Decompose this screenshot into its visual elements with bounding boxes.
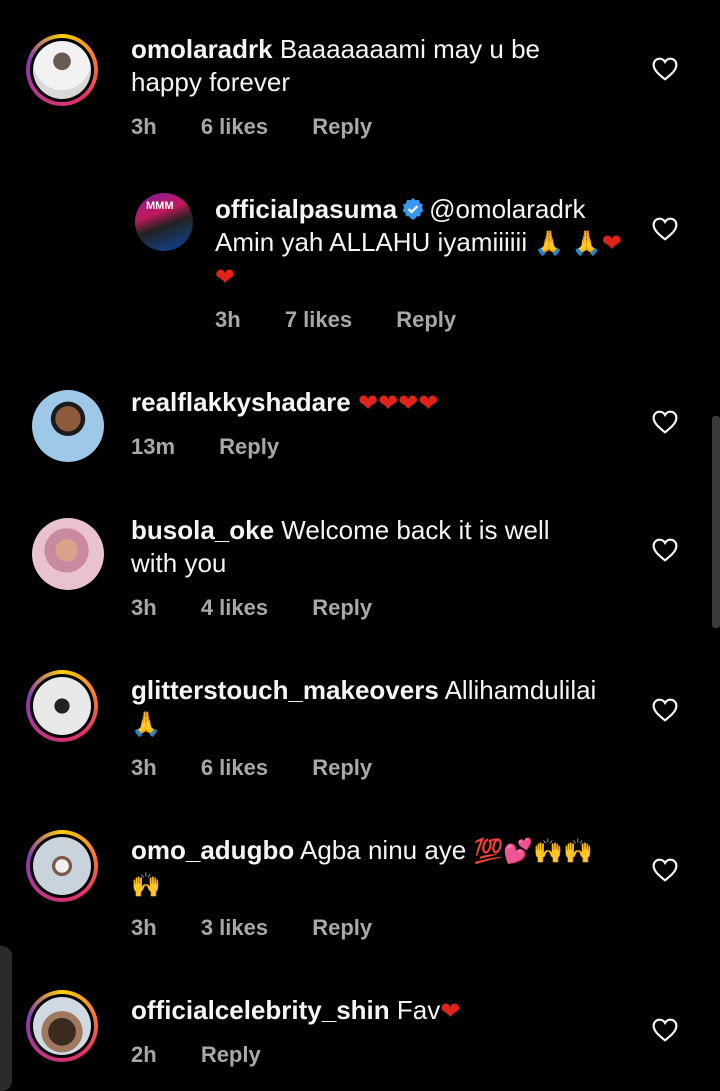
comment-emojis: 🙏: [131, 710, 161, 738]
avatar[interactable]: [26, 670, 98, 742]
comment-body: Fav: [396, 995, 441, 1025]
reply-button[interactable]: Reply: [396, 307, 456, 332]
heart-icon[interactable]: [652, 698, 678, 722]
avatar[interactable]: [32, 518, 104, 590]
heart-icon[interactable]: [652, 57, 678, 81]
comment-text: busola_oke Welcome back it is well with …: [131, 514, 601, 580]
comment-username[interactable]: officialpasuma: [215, 194, 397, 224]
comment-time: 2h: [131, 1042, 157, 1067]
comment-username[interactable]: omolaradrk: [131, 34, 273, 64]
avatar[interactable]: [26, 990, 98, 1062]
avatar[interactable]: MMM: [135, 193, 193, 251]
verified-badge-icon: [402, 198, 424, 220]
comment-meta: 3h 6 likes Reply: [131, 114, 410, 140]
comment-meta: 3h 3 likes Reply: [131, 915, 410, 941]
comment-meta: 2h Reply: [131, 1042, 299, 1068]
avatar-label: MMM: [146, 200, 174, 212]
comment-meta: 3h 4 likes Reply: [131, 595, 410, 621]
comment-text: glitterstouch_makeovers Allihamdulilai 🙏: [131, 674, 601, 741]
heart-icon[interactable]: [652, 858, 678, 882]
reply-button[interactable]: Reply: [312, 595, 372, 620]
heart-icon[interactable]: [652, 217, 678, 241]
comment-time: 3h: [131, 114, 157, 139]
heart-icon[interactable]: [652, 538, 678, 562]
avatar[interactable]: [26, 830, 98, 902]
comment-emojis: ❤: [440, 997, 461, 1025]
comment-body: Amin yah ALLAHU iyamiiiiii: [215, 227, 528, 257]
comment-time: 3h: [131, 915, 157, 940]
comment-meta: 3h 7 likes Reply: [215, 307, 494, 333]
comment-meta: 3h 6 likes Reply: [131, 755, 410, 781]
comment-username[interactable]: realflakkyshadare: [131, 387, 351, 417]
heart-icon[interactable]: [652, 1018, 678, 1042]
comment-time: 3h: [215, 307, 241, 332]
reply-button[interactable]: Reply: [201, 1042, 261, 1067]
comment-likes[interactable]: 6 likes: [201, 755, 268, 780]
heart-icon[interactable]: [652, 410, 678, 434]
edge-panel-handle[interactable]: [0, 946, 12, 1091]
comment-username[interactable]: busola_oke: [131, 515, 274, 545]
comment-likes[interactable]: 6 likes: [201, 114, 268, 139]
avatar[interactable]: [32, 390, 104, 462]
comment-emojis: ❤❤❤❤: [357, 389, 439, 417]
comment-time: 3h: [131, 755, 157, 780]
reply-button[interactable]: Reply: [312, 755, 372, 780]
reply-button[interactable]: Reply: [219, 434, 279, 459]
comment-body: Agba ninu aye: [300, 835, 467, 865]
reply-button[interactable]: Reply: [312, 915, 372, 940]
comment-username[interactable]: officialcelebrity_shin: [131, 995, 390, 1025]
comment-likes[interactable]: 3 likes: [201, 915, 268, 940]
comment-mention[interactable]: @omolaradrk: [429, 194, 585, 224]
comment-username[interactable]: omo_adugbo: [131, 835, 294, 865]
comment-likes[interactable]: 4 likes: [201, 595, 268, 620]
comment-text: officialcelebrity_shin Fav❤: [131, 994, 601, 1028]
comment-time: 13m: [131, 434, 176, 459]
comment-username[interactable]: glitterstouch_makeovers: [131, 675, 439, 705]
avatar[interactable]: [26, 34, 98, 106]
comment-meta: 13m Reply: [131, 434, 317, 460]
comment-text: omolaradrk Baaaaaaami may u be happy for…: [131, 33, 601, 99]
comment-body: Allihamdulilai: [444, 675, 597, 705]
comment-text: officialpasuma @omolaradrk Amin yah ALLAH…: [215, 193, 635, 294]
scrollbar[interactable]: [712, 416, 720, 628]
comment-time: 3h: [131, 595, 157, 620]
comment-likes[interactable]: 7 likes: [285, 307, 352, 332]
reply-button[interactable]: Reply: [312, 114, 372, 139]
comment-text: realflakkyshadare ❤❤❤❤: [131, 386, 601, 420]
comment-text: omo_adugbo Agba ninu aye 💯💕🙌🙌 🙌: [131, 834, 601, 902]
